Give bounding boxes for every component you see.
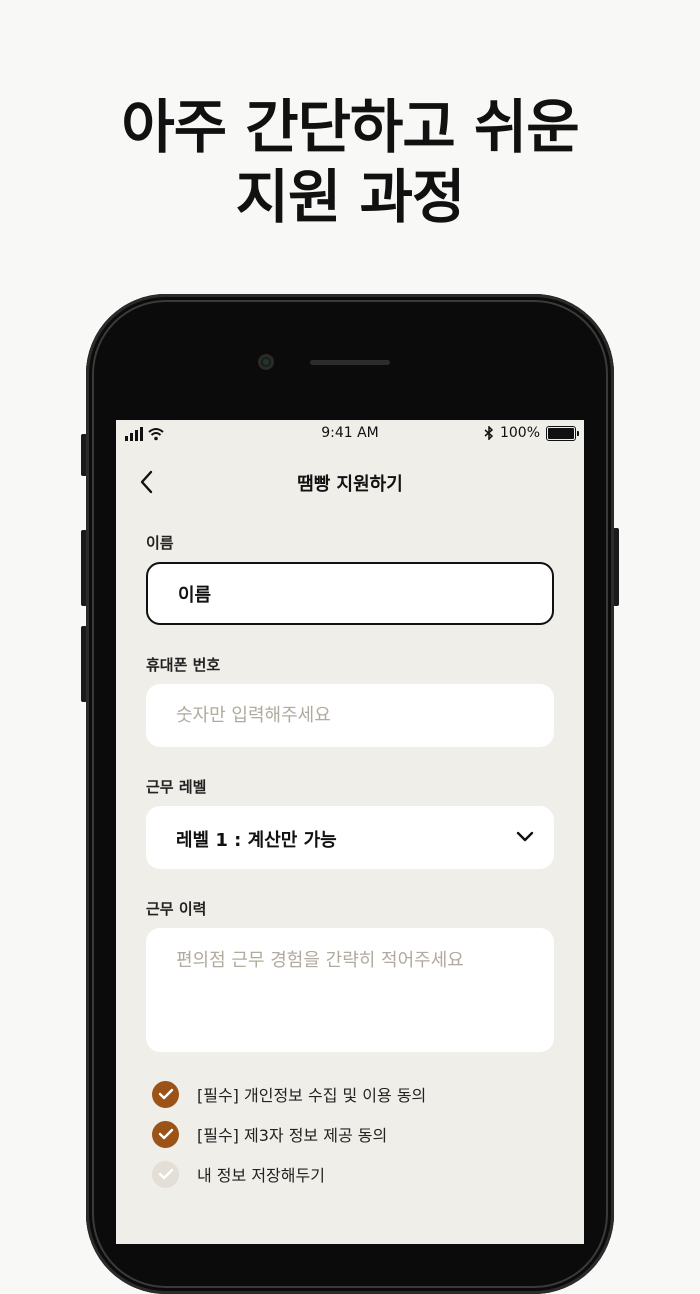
name-field[interactable] [146,562,554,625]
battery-icon [546,425,579,441]
name-label: 이름 [146,534,174,552]
status-bar: 9:41 AM 100% [116,420,584,448]
agree-privacy-label: [필수] 개인정보 수집 및 이용 동의 [197,1086,427,1105]
check-icon[interactable] [152,1120,179,1148]
nav-bar: 땜빵 지원하기 [116,458,584,506]
level-selected-value: 레벨 1 : 계산만 가능 [176,830,337,851]
level-label: 근무 레벨 [146,778,207,796]
agree-third-party-row[interactable]: [필수] 제3자 정보 제공 동의 [152,1120,387,1148]
front-camera [258,354,274,370]
phone-input[interactable] [146,684,554,747]
agree-privacy-row[interactable]: [필수] 개인정보 수집 및 이용 동의 [152,1080,426,1108]
level-select[interactable]: 레벨 1 : 계산만 가능 [146,806,554,869]
history-label: 근무 이력 [146,900,207,918]
history-textarea[interactable] [146,928,554,1052]
check-icon[interactable] [152,1080,179,1108]
phone-screen: 9:41 AM 100% 땜빵 지원하기 이름 휴대폰 번호 근무 레벨 레벨 … [116,420,584,1244]
phone-label: 휴대폰 번호 [146,656,221,674]
status-right: 100% [484,425,579,441]
earpiece-speaker [310,360,390,365]
name-input[interactable] [148,564,552,623]
marketing-headline: 아주 간단하고 쉬운 지원 과정 [0,92,700,232]
check-icon[interactable] [152,1160,179,1188]
bluetooth-icon [484,426,494,440]
history-field[interactable] [146,928,554,1052]
headline-line-1: 아주 간단하고 쉬운 [121,93,579,161]
save-info-label: 내 정보 저장해두기 [197,1166,325,1185]
chevron-down-icon [516,831,534,842]
page-title: 땜빵 지원하기 [297,474,403,495]
headline-line-2: 지원 과정 [235,163,466,231]
phone-field[interactable] [146,684,554,747]
battery-percent: 100% [499,425,540,441]
save-info-row[interactable]: 내 정보 저장해두기 [152,1160,325,1188]
agree-third-party-label: [필수] 제3자 정보 제공 동의 [197,1126,388,1145]
